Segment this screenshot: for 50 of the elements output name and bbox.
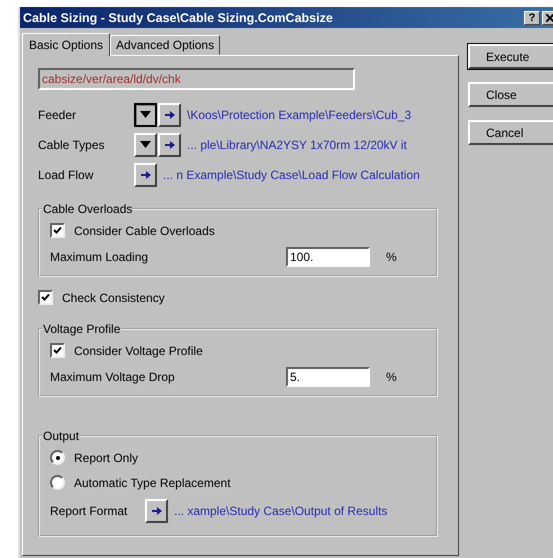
check-icon [41, 293, 50, 302]
dialog-button[interactable]: Close [468, 82, 553, 107]
arrow-icon [152, 507, 162, 515]
jump-button[interactable] [158, 133, 181, 157]
field-label: Feeder [38, 108, 78, 122]
jump-button[interactable] [134, 163, 157, 187]
radio-button[interactable] [50, 450, 65, 465]
object-path[interactable]: ... ple\Library\NA2YSY 1x70rm 12/20kV it [187, 138, 407, 152]
unit-label: % [386, 250, 397, 264]
command-field[interactable]: cabsize/ver/area/ld/dv/chk [38, 68, 355, 90]
tab[interactable]: Advanced Options [110, 35, 220, 55]
jump-button[interactable] [158, 103, 181, 127]
arrow-icon [140, 171, 150, 179]
unit-label: % [386, 370, 397, 384]
jump-button[interactable] [145, 499, 168, 523]
checkbox-label: Consider Cable Overloads [74, 224, 215, 238]
field-label: Report Format [50, 504, 128, 518]
dialog-button[interactable]: Execute [468, 44, 553, 69]
group-title: Output [42, 429, 80, 443]
arrow-icon [164, 141, 174, 149]
checkbox[interactable] [50, 343, 65, 358]
radio-label: Report Only [74, 450, 138, 464]
field-label: Load Flow [38, 168, 94, 182]
object-path[interactable]: ... n Example\Study Case\Load Flow Calculation [163, 168, 420, 182]
group-title: Voltage Profile [42, 322, 122, 336]
input-field[interactable]: 100. [286, 247, 370, 267]
field-label: Maximum Loading [50, 250, 150, 264]
checkbox[interactable] [50, 223, 65, 238]
group-title: Cable Overloads [42, 202, 134, 216]
field-label: Cable Types [38, 138, 106, 152]
radio-label: Automatic Type Replacement [74, 476, 231, 490]
checkbox[interactable] [38, 290, 53, 305]
check-icon [53, 346, 62, 355]
caret-icon [140, 141, 151, 149]
input-field[interactable]: 5. [286, 367, 370, 387]
object-path[interactable]: \Koos\Protection Example\Feeders\Cub_3 [187, 108, 412, 122]
checkbox-label: Check Consistency [62, 290, 165, 304]
close-icon [546, 14, 553, 22]
radio-button[interactable] [50, 475, 65, 490]
check-icon [53, 226, 62, 235]
dialog-button[interactable]: Cancel [468, 120, 553, 145]
field-label: Maximum Voltage Drop [50, 370, 176, 384]
window-title: Cable Sizing - Study Case\Cable Sizing.ComCabsize [23, 10, 334, 24]
help-button[interactable]: ? [524, 10, 540, 24]
tab[interactable]: Basic Options [22, 33, 110, 56]
arrow-icon [164, 111, 174, 119]
checkbox-label: Consider Voltage Profile [74, 344, 203, 358]
caret-icon [140, 111, 151, 119]
object-path[interactable]: ... xample\Study Case\Output of Results [174, 504, 388, 518]
dropdown-button[interactable] [134, 103, 157, 127]
